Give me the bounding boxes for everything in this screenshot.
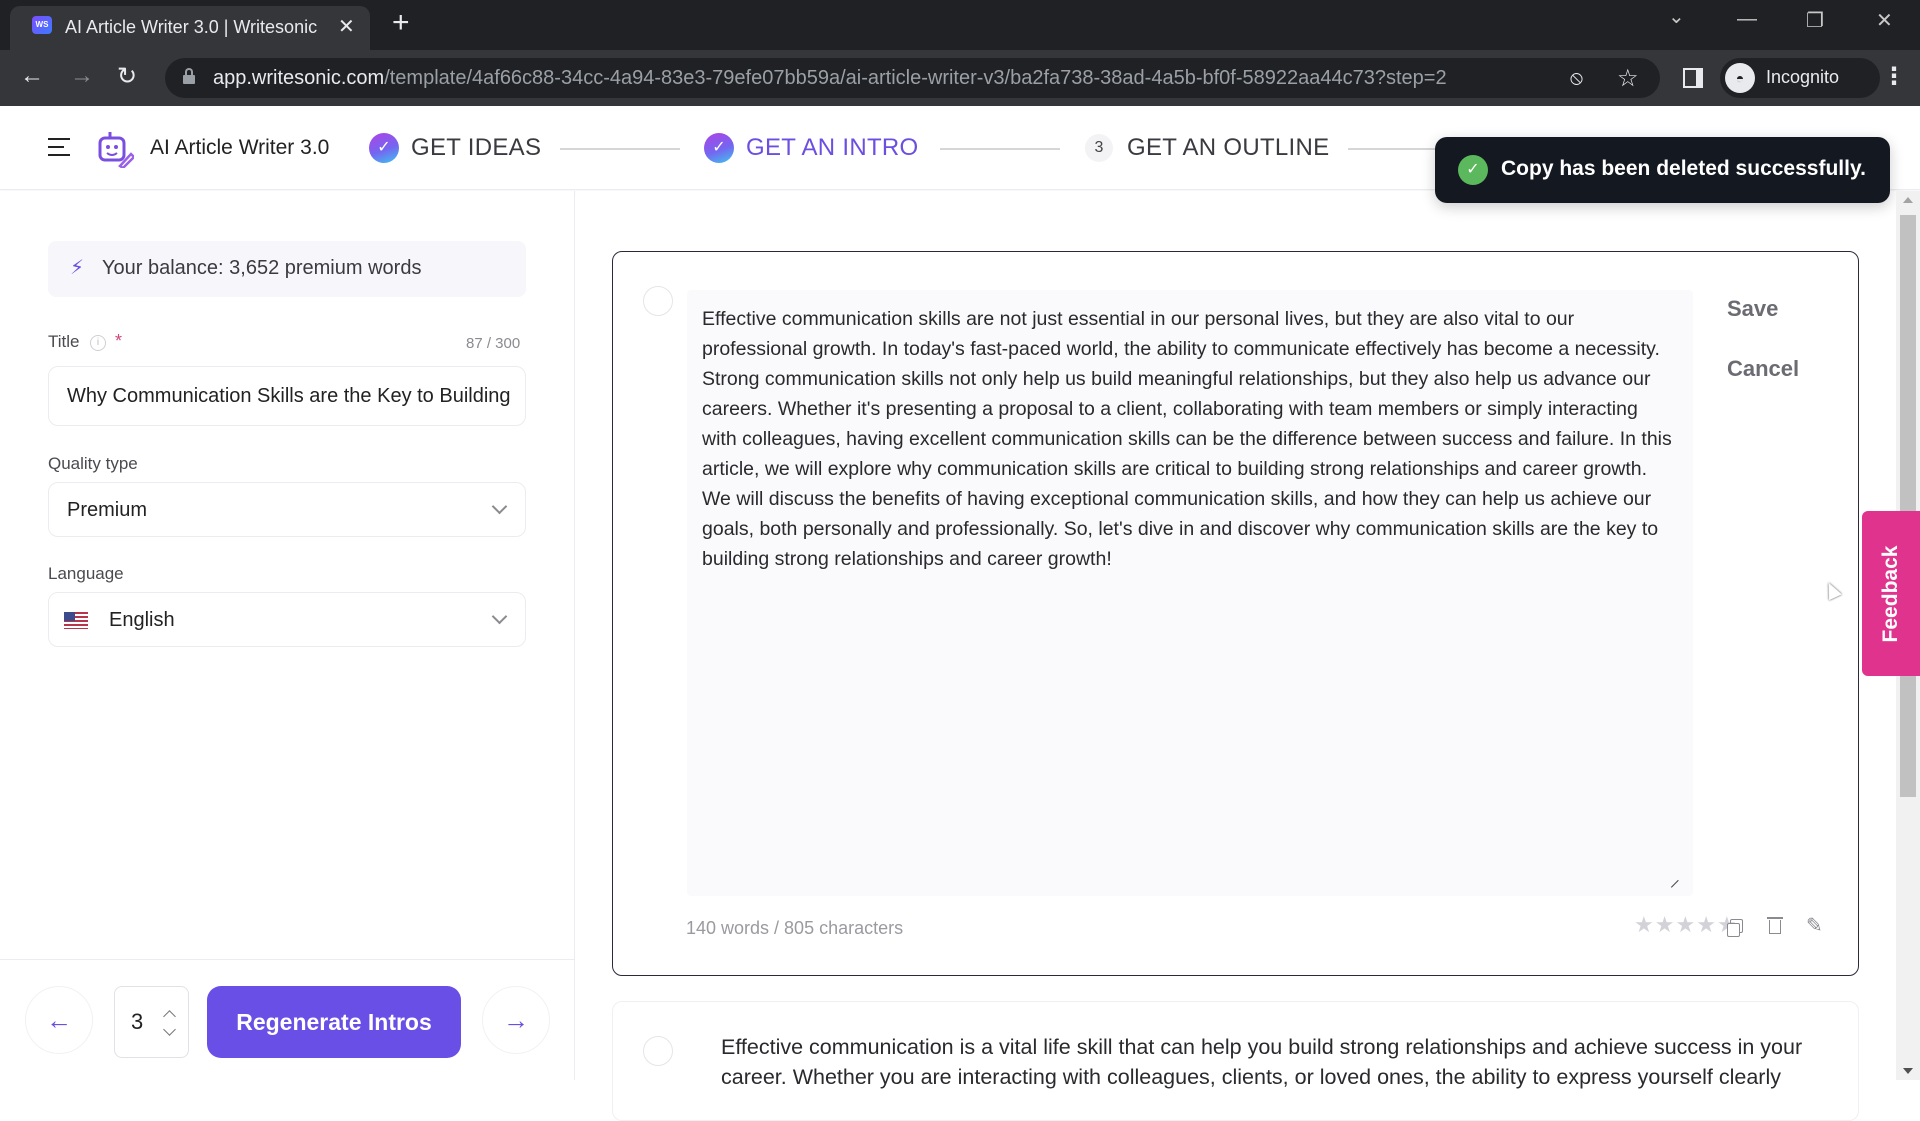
- url-path: /template/4af66c88-34cc-4a94-83e3-79efe0…: [384, 67, 1447, 89]
- intro-card: Effective communication skills are not j…: [612, 251, 1859, 976]
- previous-step-button[interactable]: ←: [25, 986, 93, 1054]
- close-window-icon[interactable]: ✕: [1876, 8, 1893, 33]
- success-toast: ✓ Copy has been deleted successfully.: [1435, 137, 1890, 203]
- ai-writer-robot-icon: [98, 132, 134, 168]
- resize-handle-icon[interactable]: [1670, 879, 1686, 895]
- step-connector: [560, 148, 680, 150]
- decrement-chevron-icon[interactable]: [163, 1023, 176, 1036]
- star-rating: ★★★★★: [1634, 912, 1738, 938]
- feedback-label: Feedback: [1879, 545, 1902, 642]
- step-get-ideas[interactable]: ✓ GET IDEAS: [369, 132, 569, 164]
- browser-menu-icon[interactable]: ⋮: [1882, 62, 1906, 91]
- browser-tab[interactable]: WS AI Article Writer 3.0 | Writesonic ✕: [10, 6, 370, 50]
- divider: [0, 959, 575, 960]
- regenerate-intros-button[interactable]: Regenerate Intros: [207, 986, 461, 1058]
- bookmark-star-icon[interactable]: ☆: [1617, 64, 1639, 93]
- copy-icon[interactable]: [1727, 919, 1743, 937]
- star-icon[interactable]: ★: [1675, 912, 1695, 937]
- quality-type-label: Quality type: [48, 454, 138, 473]
- intro-count-stepper[interactable]: 3: [114, 986, 189, 1058]
- step-complete-check-icon: ✓: [369, 133, 399, 163]
- title-input[interactable]: Why Communication Skills are the Key to …: [48, 366, 526, 426]
- star-icon[interactable]: ★: [1634, 912, 1654, 937]
- required-asterisk: *: [115, 331, 123, 351]
- step-complete-check-icon: ✓: [704, 133, 734, 163]
- quality-type-value: Premium: [67, 499, 148, 521]
- title-label: Title: [48, 332, 80, 351]
- back-icon[interactable]: ←: [20, 62, 44, 90]
- intro-count-value: 3: [131, 1009, 144, 1034]
- chevron-down-icon: [491, 608, 508, 625]
- pencil-edit-icon[interactable]: ✎: [1806, 913, 1823, 938]
- forward-icon[interactable]: →: [70, 62, 94, 90]
- app-name: AI Article Writer 3.0: [150, 136, 330, 159]
- step-connector: [1348, 148, 1438, 150]
- minimize-icon[interactable]: —: [1737, 8, 1757, 31]
- step-get-an-intro[interactable]: ✓ GET AN INTRO: [704, 132, 944, 164]
- word-char-count: 140 words / 805 characters: [686, 918, 904, 938]
- balance-box: ⚡ Your balance: 3,652 premium words: [48, 241, 526, 297]
- lock-icon: [183, 68, 195, 84]
- save-button[interactable]: Save: [1727, 296, 1778, 322]
- quality-type-select[interactable]: Premium: [48, 482, 526, 537]
- us-flag-icon: [64, 612, 88, 629]
- scroll-down-arrow-icon[interactable]: [1903, 1068, 1913, 1074]
- step-label: GET AN OUTLINE: [1127, 134, 1330, 161]
- address-bar[interactable]: app.writesonic.com/template/4af66c88-34c…: [165, 58, 1660, 98]
- restore-icon[interactable]: ❐: [1806, 8, 1824, 33]
- language-select[interactable]: English: [48, 592, 526, 647]
- intro-card: Effective communication is a vital life …: [612, 1001, 1859, 1121]
- eye-off-icon[interactable]: ⦸: [1570, 67, 1583, 90]
- next-step-button[interactable]: →: [482, 986, 550, 1054]
- new-tab-button[interactable]: +: [392, 6, 410, 40]
- step-number-badge: 3: [1085, 134, 1113, 162]
- feedback-button[interactable]: Feedback: [1862, 511, 1920, 676]
- star-icon[interactable]: ★: [1696, 912, 1716, 937]
- step-label: GET IDEAS: [411, 134, 542, 161]
- incognito-icon: ◓: [1725, 63, 1755, 93]
- step-connector: [940, 148, 1060, 150]
- toast-message: Copy has been deleted successfully.: [1501, 157, 1866, 180]
- step-get-an-outline[interactable]: 3 GET AN OUTLINE: [1085, 132, 1345, 164]
- star-icon[interactable]: ★: [1655, 912, 1675, 937]
- incognito-label: Incognito: [1766, 67, 1840, 87]
- scroll-up-arrow-icon[interactable]: [1903, 197, 1913, 203]
- language-value: English: [109, 609, 175, 631]
- trash-icon[interactable]: [1767, 915, 1783, 935]
- intro-text: Effective communication is a vital life …: [721, 1035, 1803, 1089]
- hamburger-menu-icon[interactable]: [48, 138, 70, 156]
- intro-results-panel: Effective communication skills are not j…: [576, 191, 1896, 1121]
- browser-toolbar: ← → ↻ app.writesonic.com/template/4af66c…: [0, 50, 1920, 106]
- url-text[interactable]: app.writesonic.com/template/4af66c88-34c…: [213, 67, 1447, 90]
- url-host: app.writesonic.com: [213, 67, 385, 89]
- language-label: Language: [48, 564, 124, 583]
- settings-sidebar: ⚡ Your balance: 3,652 premium words Titl…: [0, 191, 575, 1080]
- intro-editor-textarea[interactable]: Effective communication skills are not j…: [687, 290, 1693, 896]
- intro-text: Effective communication skills are not j…: [702, 308, 1672, 570]
- success-check-icon: ✓: [1458, 155, 1488, 185]
- browser-tab-bar: WS AI Article Writer 3.0 | Writesonic ✕ …: [0, 0, 1920, 50]
- info-icon[interactable]: i: [90, 335, 106, 351]
- tab-title: AI Article Writer 3.0 | Writesonic: [65, 17, 318, 37]
- balance-text: Your balance: 3,652 premium words: [102, 257, 422, 279]
- select-intro-radio[interactable]: [643, 286, 673, 316]
- title-char-count: 87 / 300: [466, 335, 521, 352]
- writesonic-favicon-icon: WS: [32, 16, 52, 34]
- incognito-profile-button[interactable]: ◓ Incognito: [1720, 58, 1880, 98]
- select-intro-radio[interactable]: [643, 1036, 673, 1066]
- title-input-value: Why Communication Skills are the Key to …: [67, 385, 512, 407]
- increment-chevron-icon[interactable]: [163, 1010, 176, 1023]
- reload-icon[interactable]: ↻: [117, 62, 137, 91]
- tab-search-icon[interactable]: ⌄: [1668, 4, 1685, 29]
- close-tab-icon[interactable]: ✕: [338, 14, 355, 39]
- step-label: GET AN INTRO: [746, 134, 919, 161]
- lightning-bolt-icon: ⚡: [70, 257, 85, 279]
- scrollbar-thumb[interactable]: [1900, 215, 1916, 797]
- chevron-down-icon: [491, 498, 508, 515]
- side-panel-icon[interactable]: [1683, 68, 1703, 88]
- cancel-button[interactable]: Cancel: [1727, 356, 1799, 382]
